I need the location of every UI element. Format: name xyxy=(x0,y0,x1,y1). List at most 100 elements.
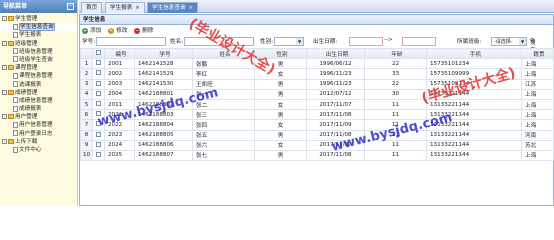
column-header[interactable]: 性别 xyxy=(254,47,307,60)
table-cell: 13133221144 xyxy=(426,119,522,131)
collapse-toggle-icon[interactable]: - xyxy=(2,138,7,144)
table-cell: 男 xyxy=(254,109,307,121)
row-checkbox[interactable] xyxy=(92,98,105,111)
table-row[interactable]: 6 2021 1462188803 张三男 2017/11/08 11 1313322114… xyxy=(80,109,554,121)
column-header[interactable]: 编号 xyxy=(104,47,135,60)
row-checkbox[interactable] xyxy=(92,149,105,162)
row-checkbox[interactable] xyxy=(92,139,105,151)
birth-end-input[interactable] xyxy=(402,37,436,46)
table-cell: 1462188802 xyxy=(134,98,193,111)
tree-item-label: 用户管理 xyxy=(15,114,38,121)
column-header[interactable]: 学号 xyxy=(134,47,193,60)
table-cell: 2017/11/08 xyxy=(306,109,365,121)
tree-folder[interactable]: - 上传下载 xyxy=(0,138,77,146)
search-bar: 学号: 姓名: 性别: ▼ 出生日期: --> 所属班级: -请选择-▼ ⚲搜索 xyxy=(80,36,553,54)
table-row[interactable]: 2 2002 1462141529 李红女 1996/11/23 33 1573510999… xyxy=(80,68,554,80)
tree-item[interactable]: 文件中心 xyxy=(0,146,77,154)
tree-item-label: 班级学生查询 xyxy=(19,56,53,63)
table-row[interactable]: 1 2001 1462141528 张鹏男 1996/06/12 22 1573510123… xyxy=(80,58,554,70)
table-cell: 1462141528 xyxy=(134,58,193,70)
column-header[interactable]: 籍贯 xyxy=(521,47,554,60)
row-number: 2 xyxy=(80,68,93,80)
table-cell: 2004 xyxy=(104,88,135,100)
collapse-toggle-icon[interactable]: - xyxy=(2,65,7,71)
column-header[interactable]: 姓名 xyxy=(192,47,255,60)
table-cell: 张二 xyxy=(192,98,255,111)
collapse-icon[interactable]: - xyxy=(67,3,74,10)
table-cell: 张一 xyxy=(192,88,255,100)
gender-select[interactable]: ▼ xyxy=(274,37,304,46)
tab-label: 首页 xyxy=(86,5,98,11)
tree-item-label: 成绩报表 xyxy=(19,106,42,113)
close-icon[interactable]: × xyxy=(135,5,139,11)
student-table: 编号 学号 姓名 性别 出生日期 年龄 手机 籍贯 1 2001 1462141528 张鹏男 199… xyxy=(80,47,554,162)
tree-item-label: 上传下载 xyxy=(15,138,38,145)
table-cell: 2022 xyxy=(104,119,135,131)
tree-item[interactable]: 课程信息管理 xyxy=(0,72,77,80)
tree-item[interactable]: 成绩信息管理 xyxy=(0,97,77,105)
tab-bar: 首页 学生报表 × 学生信息查询 × xyxy=(79,0,554,13)
row-checkbox[interactable] xyxy=(92,68,105,80)
table-row[interactable]: 8 2023 1462188805 张五男 2017/11/08 11 1313322114… xyxy=(80,129,554,141)
row-number: 7 xyxy=(80,119,93,131)
birth-start-input[interactable] xyxy=(349,37,383,46)
row-checkbox[interactable] xyxy=(92,88,105,100)
tree-folder[interactable]: - 学生管理 xyxy=(0,15,77,23)
table-row[interactable]: 4 2004 1462188801 张一男 2012/07/12 30 1313322114… xyxy=(80,88,554,100)
tree-item[interactable]: 班级信息管理 xyxy=(0,48,77,56)
tree-item[interactable]: 选课报表 xyxy=(0,81,77,89)
column-header[interactable]: 年龄 xyxy=(364,47,427,60)
table-header: 编号 学号 姓名 性别 出生日期 年龄 手机 籍贯 xyxy=(80,47,554,60)
birth-label: 出生日期: xyxy=(313,39,338,45)
tree-item[interactable]: 学生信息查询 xyxy=(0,23,77,32)
edit-label: 修改 xyxy=(116,28,128,34)
table-cell: 2017/11/07 xyxy=(306,139,365,151)
table-row[interactable]: 5 2011 1462188802 张二女 2017/11/07 11 1313322114… xyxy=(80,98,554,111)
row-checkbox[interactable] xyxy=(92,129,105,141)
tab-1[interactable]: 学生报表 × xyxy=(105,2,145,13)
tree-item[interactable]: 班级学生查询 xyxy=(0,56,77,64)
tree-item-label: 学生信息查询 xyxy=(19,23,55,32)
table-row[interactable]: 10 2025 1462188807 张七男 2017/11/08 11 131332211… xyxy=(80,149,554,162)
tree-item-label: 学生管理 xyxy=(15,16,38,22)
table-row[interactable]: 9 2024 1462188806 张六女 2017/11/07 11 1313322114… xyxy=(80,139,554,151)
table-row[interactable]: 7 2022 1462188804 张四女 2017/11/09 11 1313322114… xyxy=(80,119,554,131)
table-cell: 15735109999 xyxy=(426,68,522,80)
column-header[interactable]: 出生日期 xyxy=(306,47,365,60)
row-checkbox[interactable] xyxy=(92,78,105,90)
table-cell: 11 xyxy=(364,119,427,131)
tree-item[interactable]: 成绩报表 xyxy=(0,105,77,113)
add-icon: + xyxy=(82,27,88,34)
tree-item[interactable]: 学生报表 xyxy=(0,31,77,39)
collapse-toggle-icon[interactable]: - xyxy=(2,89,7,95)
close-icon[interactable]: × xyxy=(189,5,193,11)
tree-folder[interactable]: - 成绩管理 xyxy=(0,89,77,97)
tree-folder[interactable]: - 用户管理 xyxy=(0,113,77,121)
folder-icon xyxy=(8,40,14,46)
collapse-toggle-icon[interactable]: - xyxy=(2,16,7,21)
tab-0[interactable]: 首页 xyxy=(81,2,103,13)
name-input[interactable] xyxy=(184,37,254,46)
table-cell: 2017/11/08 xyxy=(306,129,365,141)
collapse-toggle-icon[interactable]: - xyxy=(2,40,7,46)
collapse-toggle-icon[interactable]: - xyxy=(2,114,7,120)
row-checkbox[interactable] xyxy=(92,109,105,121)
student-no-input[interactable] xyxy=(96,37,166,46)
row-checkbox[interactable] xyxy=(92,119,105,131)
document-icon xyxy=(13,105,18,112)
menu-tree: - 学生管理 学生信息查询 学生报表 - 班级管理 班级信息管理 班级学生查询 - 课程管理 课程信… xyxy=(0,13,77,154)
tab-2[interactable]: 学生信息查询 × xyxy=(147,2,198,13)
table-row[interactable]: 3 2003 1462141530 王凯旺男 1996/11/23 22 157351021… xyxy=(80,78,554,90)
tree-item[interactable]: 用户信息管理 xyxy=(0,121,77,129)
select-all-checkbox[interactable] xyxy=(92,47,105,60)
table-cell: 15735101234 xyxy=(426,58,522,70)
row-checkbox[interactable] xyxy=(92,58,105,70)
column-header[interactable]: 手机 xyxy=(426,47,522,60)
tree-item[interactable]: 用户登录日志 xyxy=(0,130,77,138)
name-label: 姓名: xyxy=(170,39,184,45)
tree-folder[interactable]: - 班级管理 xyxy=(0,40,77,48)
table-cell: 苏北 xyxy=(521,139,554,151)
folder-icon xyxy=(8,114,14,120)
tree-folder[interactable]: - 课程管理 xyxy=(0,64,77,72)
class-select[interactable]: -请选择- ▼ xyxy=(491,37,527,46)
